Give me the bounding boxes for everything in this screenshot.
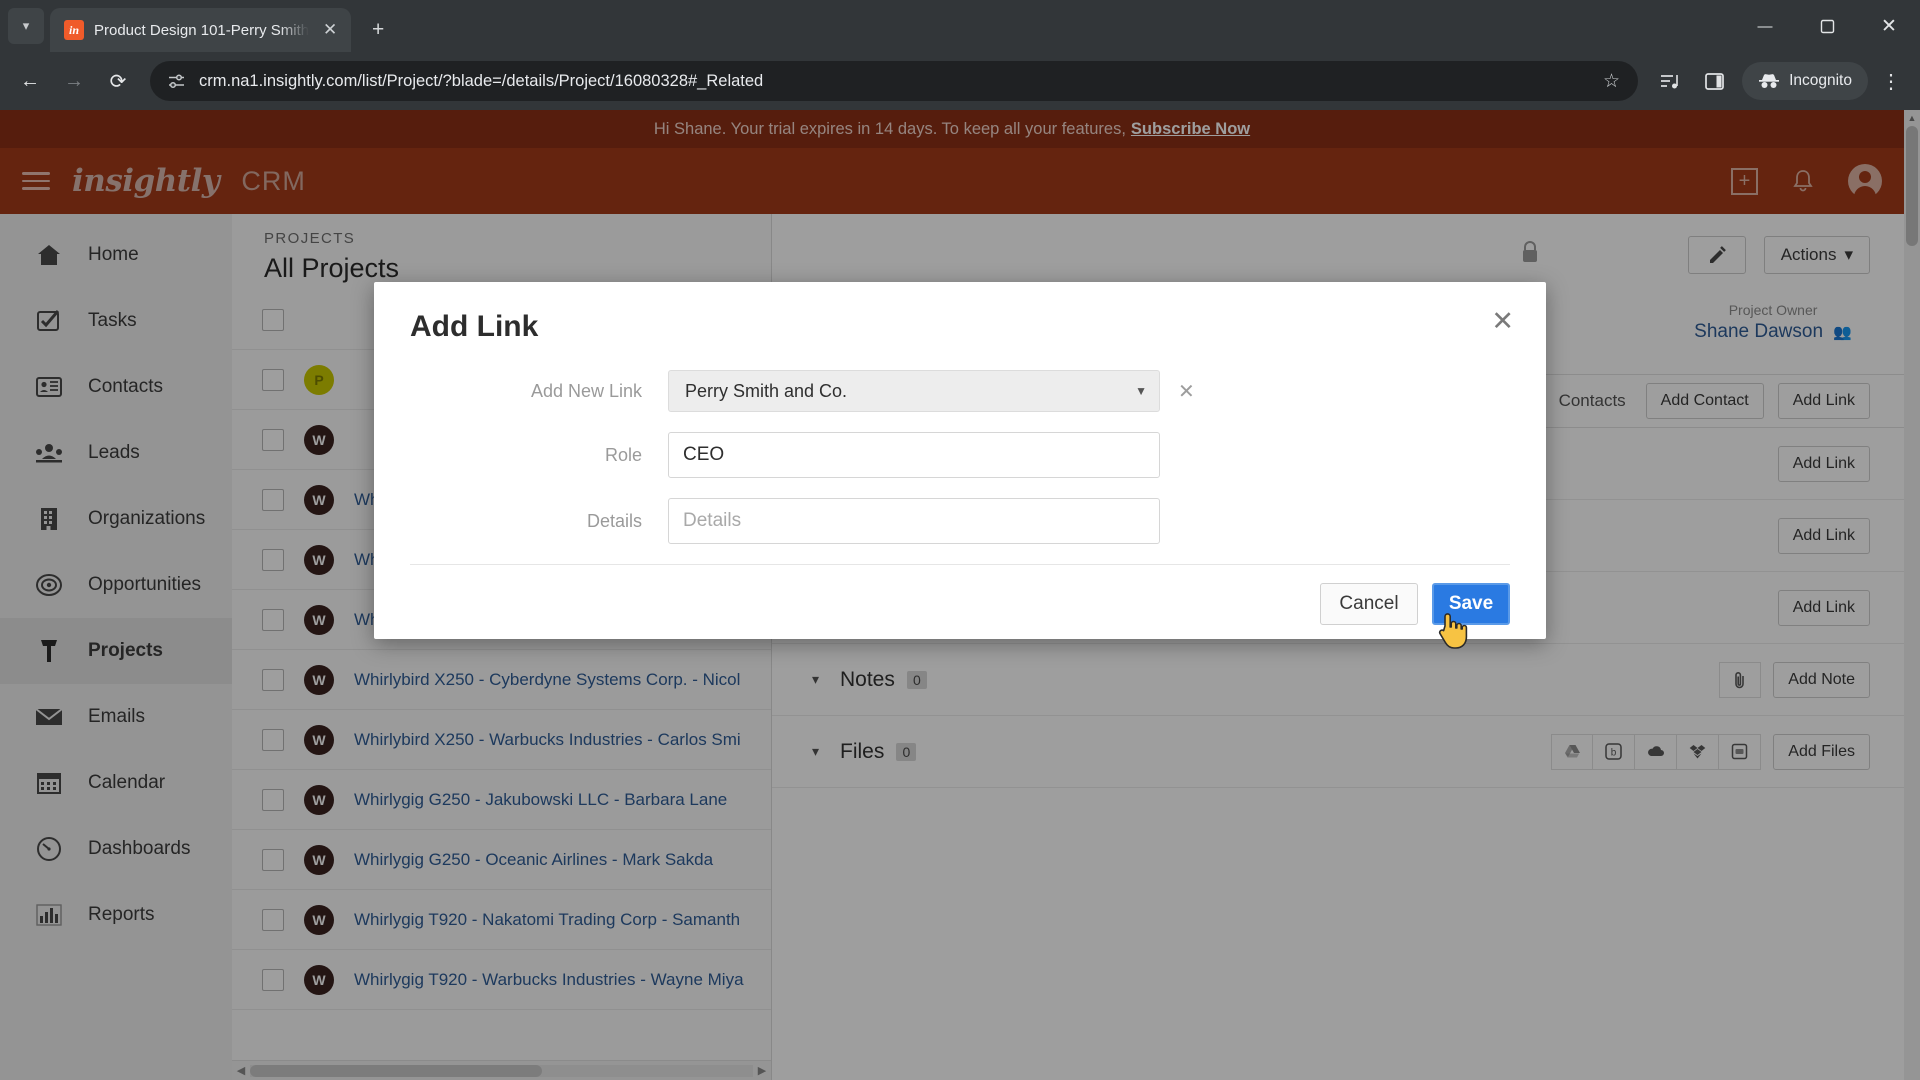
- insightly-favicon-icon: in: [64, 20, 84, 40]
- tab-search-chevron-icon[interactable]: ▾: [8, 8, 44, 44]
- window-controls: — ✕: [1734, 0, 1920, 52]
- field-label: Details: [586, 510, 642, 531]
- site-settings-icon[interactable]: [168, 73, 185, 90]
- browser-tab-title: Product Design 101-Perry Smith: [94, 21, 310, 39]
- modal-footer: Cancel Save: [410, 564, 1510, 649]
- field-role: Role: [410, 432, 1510, 478]
- browser-menu-icon[interactable]: ⋮: [1872, 69, 1910, 94]
- chevron-down-icon: ▼: [1135, 384, 1147, 398]
- new-tab-button[interactable]: +: [361, 13, 395, 47]
- field-control: [668, 498, 1160, 544]
- forward-icon[interactable]: →: [54, 61, 94, 101]
- side-panel-icon[interactable]: [1694, 61, 1734, 101]
- close-window-button[interactable]: ✕: [1858, 0, 1920, 52]
- back-icon[interactable]: ←: [10, 61, 50, 101]
- modal-header: Add Link ✕: [374, 282, 1546, 344]
- address-bar[interactable]: crm.na1.insightly.com/list/Project/?blad…: [150, 61, 1639, 101]
- link-select-value: Perry Smith and Co.: [685, 380, 848, 401]
- bookmark-star-icon[interactable]: ☆: [1603, 70, 1626, 93]
- save-button[interactable]: Save: [1432, 583, 1510, 625]
- incognito-label: Incognito: [1789, 72, 1852, 89]
- browser-tab-strip: ▾ in Product Design 101-Perry Smith ✕ + …: [0, 0, 1920, 52]
- reading-list-icon[interactable]: [1650, 61, 1690, 101]
- add-link-modal: Add Link ✕ Add New Link Perry Smith and …: [374, 282, 1546, 639]
- cancel-button[interactable]: Cancel: [1320, 583, 1418, 625]
- details-input[interactable]: [668, 498, 1160, 544]
- modal-body: Add New Link Perry Smith and Co. ▼ ✕ Rol…: [374, 344, 1546, 564]
- close-icon[interactable]: ✕: [1491, 308, 1514, 335]
- close-tab-icon[interactable]: ✕: [319, 20, 341, 40]
- field-control: Perry Smith and Co. ▼: [668, 370, 1160, 412]
- field-details: Details: [410, 498, 1510, 544]
- browser-toolbar: ← → ⟳ crm.na1.insightly.com/list/Project…: [0, 52, 1920, 110]
- incognito-indicator[interactable]: Incognito: [1742, 62, 1868, 100]
- modal-title: Add Link: [410, 310, 539, 343]
- field-add-new-link: Add New Link Perry Smith and Co. ▼ ✕: [410, 370, 1510, 412]
- field-label: Role: [604, 444, 642, 465]
- browser-tab[interactable]: in Product Design 101-Perry Smith ✕: [50, 8, 352, 52]
- role-input[interactable]: [668, 432, 1160, 478]
- field-control: [668, 432, 1160, 478]
- incognito-hat-icon: [1759, 74, 1780, 88]
- minimize-window-button[interactable]: —: [1734, 0, 1796, 52]
- reload-icon[interactable]: ⟳: [98, 61, 138, 101]
- field-label: Add New Link: [530, 380, 642, 401]
- clear-link-icon[interactable]: ✕: [1178, 379, 1195, 404]
- address-bar-url: crm.na1.insightly.com/list/Project/?blad…: [199, 71, 764, 90]
- maximize-window-button[interactable]: [1796, 0, 1858, 52]
- link-select[interactable]: Perry Smith and Co. ▼: [668, 370, 1160, 412]
- page-viewport: Hi Shane. Your trial expires in 14 days.…: [0, 110, 1920, 1080]
